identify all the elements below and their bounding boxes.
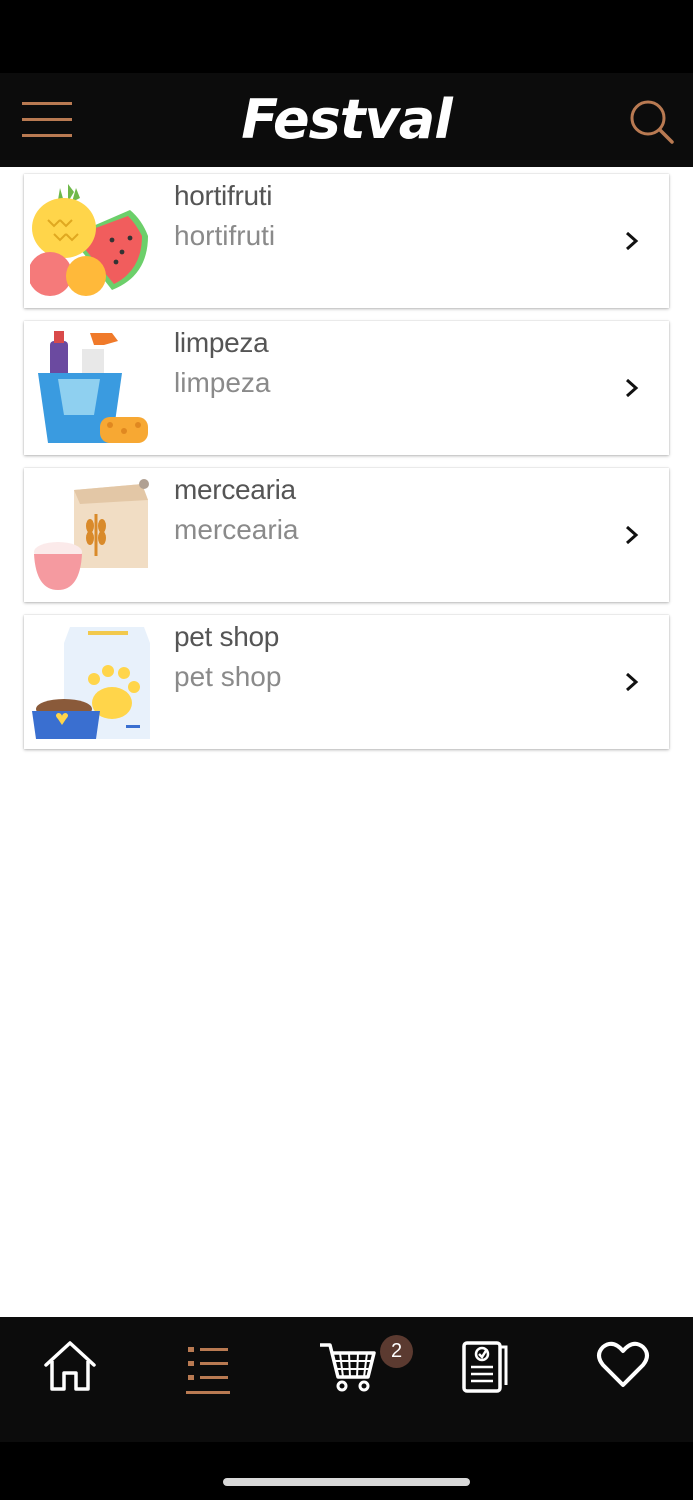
category-subtitle: limpeza <box>174 367 271 398</box>
category-card-pet-shop[interactable]: pet shop pet shop <box>24 615 669 749</box>
status-bar <box>0 0 693 73</box>
nav-orders[interactable] <box>454 1337 518 1395</box>
category-title: mercearia <box>174 474 296 505</box>
search-icon <box>630 100 674 144</box>
chevron-right-icon <box>626 231 639 251</box>
app-header: Festval <box>0 73 693 167</box>
orders-icon <box>462 1341 508 1393</box>
category-subtitle: mercearia <box>174 514 299 545</box>
nav-categories[interactable] <box>176 1341 240 1411</box>
cart-icon <box>320 1343 376 1392</box>
fruits-illustration <box>30 184 148 296</box>
nav-favorites[interactable] <box>591 1337 655 1395</box>
chevron-right-icon <box>626 378 639 398</box>
home-icon <box>44 1341 96 1391</box>
category-card-mercearia[interactable]: mercearia mercearia <box>24 468 669 602</box>
chevron-right-icon <box>626 525 639 545</box>
search-button[interactable] <box>626 97 678 147</box>
cleaning-supplies-illustration <box>38 331 148 443</box>
nav-cart[interactable] <box>316 1337 380 1395</box>
category-card-limpeza[interactable]: limpeza limpeza <box>24 321 669 455</box>
category-title: pet shop <box>174 621 280 652</box>
chevron-right-icon <box>626 672 639 692</box>
grocery-bag-illustration <box>34 479 149 590</box>
bottom-navigation: 2 <box>0 1317 693 1442</box>
heart-icon <box>597 1341 649 1387</box>
category-title: limpeza <box>174 327 269 358</box>
home-indicator[interactable] <box>223 1478 470 1486</box>
cart-badge: 2 <box>380 1335 413 1368</box>
category-subtitle: hortifruti <box>174 220 276 251</box>
pet-food-illustration <box>32 627 150 739</box>
system-navigation-area <box>0 1442 693 1500</box>
brand-logo: Festval <box>241 88 452 151</box>
list-icon <box>186 1347 230 1394</box>
category-card-hortifruti[interactable]: hortifruti hortifruti <box>24 174 669 308</box>
category-subtitle: pet shop <box>174 661 282 692</box>
category-title: hortifruti <box>174 180 273 211</box>
nav-home[interactable] <box>38 1337 102 1395</box>
